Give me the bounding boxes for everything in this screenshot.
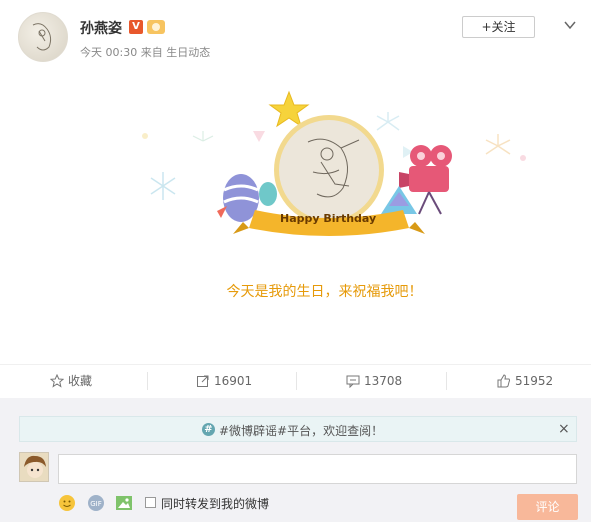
comment-count: 13708 — [364, 374, 403, 388]
repost-checkbox[interactable] — [145, 497, 156, 508]
svg-text:GIF: GIF — [90, 500, 102, 508]
favorite-button[interactable]: 收藏 — [50, 373, 120, 389]
share-count: 16901 — [214, 374, 253, 388]
image-icon[interactable] — [115, 494, 133, 512]
user-avatar[interactable] — [18, 12, 68, 62]
share-button[interactable]: 16901 — [196, 373, 266, 389]
share-icon — [197, 375, 209, 387]
comment-button[interactable]: 13708 — [346, 373, 416, 389]
emoji-icon[interactable] — [58, 494, 76, 512]
close-icon[interactable]: × — [558, 421, 570, 437]
action-divider — [296, 372, 297, 390]
notice-text[interactable]: #微博辟谣#平台，欢迎查阅！ — [219, 422, 383, 439]
favorite-label: 收藏 — [68, 374, 93, 388]
post-meta: 今天 00:30 来自 生日动态 — [80, 46, 211, 59]
submit-comment-button[interactable]: 评论 — [517, 494, 578, 520]
star-icon — [268, 90, 310, 128]
thumbs-up-icon — [497, 374, 510, 388]
weibo-post: 孙燕姿 V 今天 00:30 来自 生日动态 +关注 Happy Birthda… — [0, 0, 591, 522]
vip-badge-icon — [147, 20, 165, 34]
action-divider — [147, 372, 148, 390]
like-button[interactable]: 51952 — [497, 373, 567, 389]
comment-icon — [346, 375, 360, 388]
like-count: 51952 — [515, 374, 554, 388]
comment-area: # #微博辟谣#平台，欢迎查阅！ × GIF 同时转发到我的微博 评论 — [0, 398, 591, 522]
happy-birthday-ribbon: Happy Birthday — [280, 212, 377, 225]
info-icon: # — [202, 423, 215, 436]
verified-badge: V — [129, 20, 143, 34]
chevron-down-icon[interactable] — [564, 16, 576, 30]
commenter-avatar — [19, 452, 49, 482]
action-divider — [446, 372, 447, 390]
follow-button[interactable]: +关注 — [462, 16, 535, 38]
gif-icon[interactable]: GIF — [87, 494, 105, 512]
comment-input[interactable] — [58, 454, 577, 484]
rumor-notice-banner: # #微博辟谣#平台，欢迎查阅！ × — [19, 416, 577, 442]
username[interactable]: 孙燕姿 — [80, 18, 122, 38]
star-outline-icon — [50, 374, 64, 388]
birthday-message: 今天是我的生日，来祝福我吧！ — [226, 284, 423, 300]
repost-label[interactable]: 同时转发到我的微博 — [161, 495, 269, 512]
